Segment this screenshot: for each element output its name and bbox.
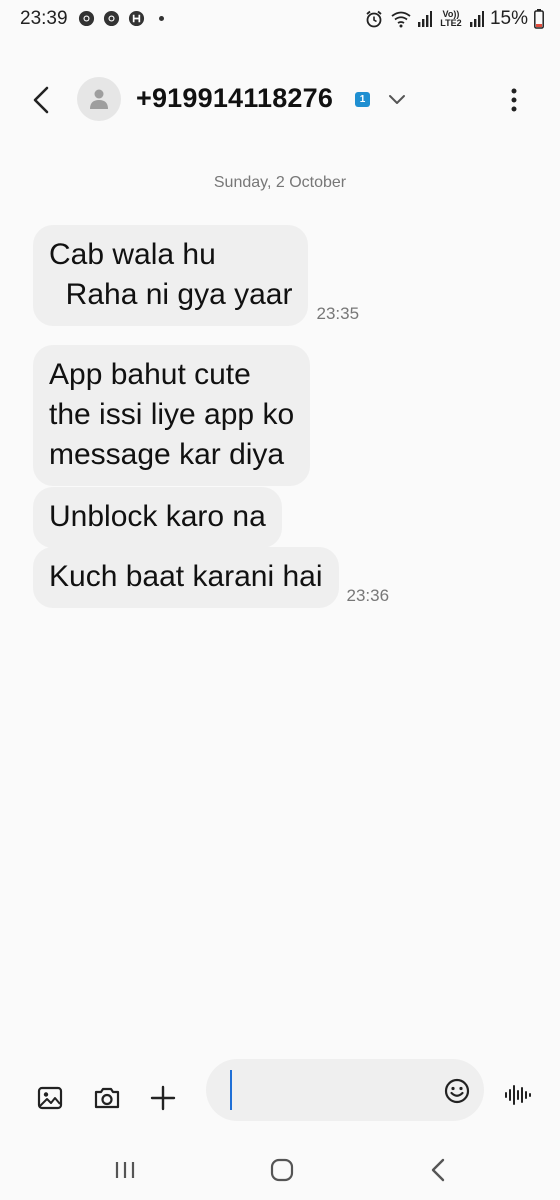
recents-icon (115, 1162, 135, 1178)
emoji-button[interactable] (443, 1077, 471, 1105)
signal-icon-2 (469, 11, 484, 27)
back-arrow-icon (33, 86, 49, 114)
message-bubble[interactable]: Unblock karo na (33, 487, 282, 548)
battery-percent: 15% (489, 8, 528, 29)
chrome-icon (78, 10, 95, 27)
camera-icon (94, 1087, 120, 1109)
chrome-icon (103, 10, 120, 27)
message-row: Kuch baat karani hai 23:36 (33, 547, 389, 608)
alarm-icon (364, 9, 384, 29)
battery-icon (534, 9, 544, 29)
gallery-button[interactable] (32, 1080, 68, 1116)
volte-label: Vo)) LTE2 (440, 9, 462, 28)
avatar[interactable] (77, 77, 121, 121)
plus-icon (150, 1085, 176, 1111)
message-row: App bahut cute the issi liye app ko mess… (33, 345, 311, 486)
conversation-header: +919914118276 1 (0, 62, 560, 138)
more-options-button[interactable] (500, 84, 528, 116)
navigation-bar (0, 1140, 560, 1200)
message-time: 23:36 (346, 586, 390, 605)
message-bubble[interactable]: Cab wala hu Raha ni gya yaar (33, 225, 309, 326)
message-row: Cab wala hu Raha ni gya yaar 23:35 (33, 225, 359, 326)
message-row: Unblock karo na (33, 487, 282, 548)
home-button[interactable] (262, 1154, 302, 1186)
person-icon (90, 89, 108, 109)
chevron-down-icon (389, 95, 405, 104)
home-icon (270, 1158, 294, 1182)
status-bar: 23:39 Vo)) LTE2 15% (0, 0, 560, 40)
system-back-button[interactable] (418, 1154, 458, 1186)
hotstar-icon (128, 10, 145, 27)
expand-contact-button[interactable] (385, 88, 409, 112)
message-time: 23:35 (316, 304, 360, 323)
voice-icon (505, 1085, 531, 1105)
status-time: 23:39 (20, 8, 68, 29)
back-button[interactable] (26, 84, 56, 116)
camera-button[interactable] (89, 1080, 125, 1116)
add-attachment-button[interactable] (145, 1080, 181, 1116)
message-bubble[interactable]: Kuch baat karani hai (33, 547, 339, 608)
message-composer (0, 1058, 560, 1134)
emoji-icon (444, 1078, 470, 1104)
date-separator: Sunday, 2 October (213, 174, 347, 191)
sim-badge: 1 (355, 92, 370, 107)
more-notifications-dot (159, 16, 164, 21)
recents-button[interactable] (105, 1154, 145, 1186)
message-bubble[interactable]: App bahut cute the issi liye app ko mess… (33, 345, 311, 486)
voice-record-button[interactable] (503, 1080, 533, 1110)
notification-icons (78, 10, 164, 27)
contact-number[interactable]: +919914118276 (136, 83, 333, 114)
gallery-icon (37, 1086, 63, 1110)
message-input[interactable] (206, 1059, 484, 1121)
back-icon (431, 1158, 445, 1182)
text-caret (230, 1070, 232, 1110)
wifi-icon (390, 10, 412, 28)
more-vertical-icon (511, 88, 517, 112)
signal-icon (417, 11, 432, 27)
status-right: Vo)) LTE2 15% (364, 8, 544, 30)
